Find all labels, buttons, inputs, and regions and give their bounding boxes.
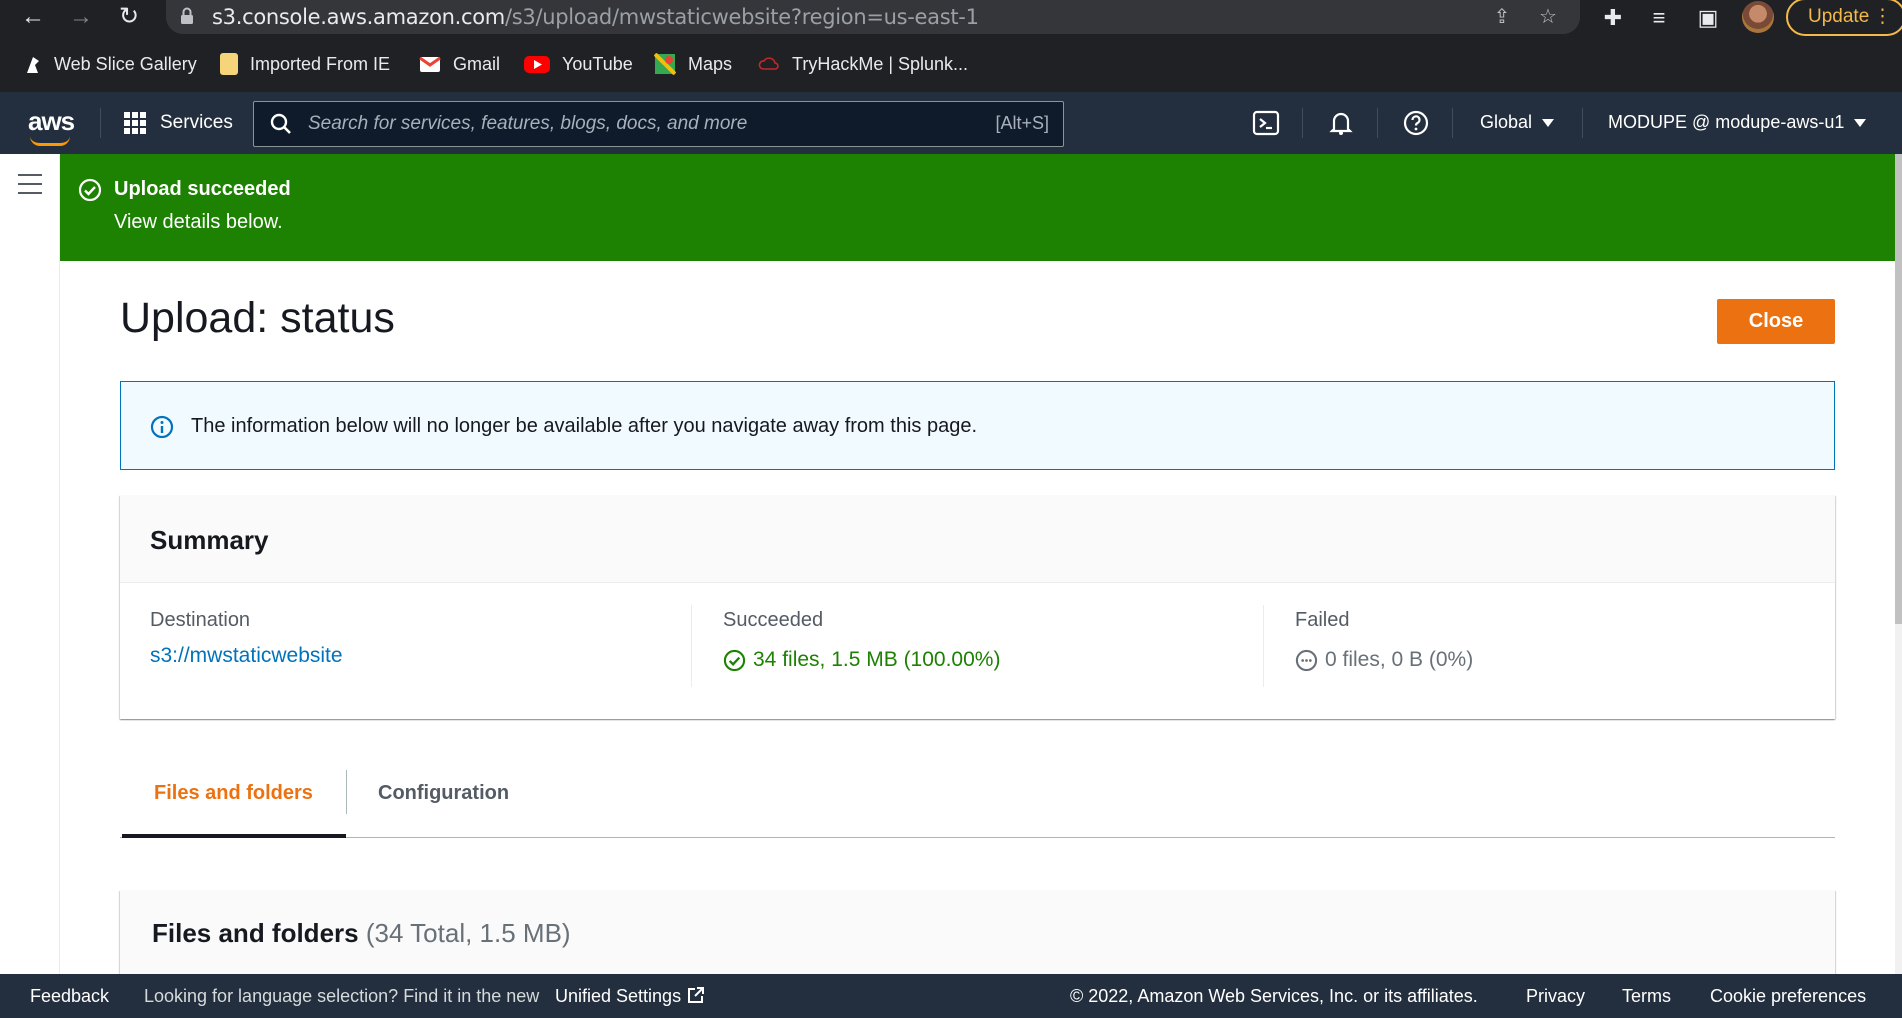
search-input[interactable] <box>308 110 958 138</box>
feedback-link[interactable]: Feedback <box>30 986 109 1007</box>
check-circle-icon <box>78 178 102 202</box>
grid-icon <box>124 112 146 134</box>
reading-list-icon[interactable]: ≡ <box>1645 4 1673 32</box>
forward-arrow-icon[interactable]: → <box>66 2 96 32</box>
summary-header: Summary <box>120 495 1835 583</box>
search-icon <box>270 113 291 134</box>
page-title: Upload: status <box>120 294 395 342</box>
cloud-icon <box>758 57 779 70</box>
tab-files-and-folders[interactable]: Files and folders <box>122 768 346 838</box>
bookmark-imported-from-ie[interactable]: Imported From IE <box>220 50 390 78</box>
bookmark-gmail[interactable]: Gmail <box>419 50 500 78</box>
bookmarks-bar: Web Slice Gallery Imported From IE Gmail… <box>0 44 1902 84</box>
ellipsis-circle-icon <box>1295 649 1318 671</box>
gmail-icon <box>419 56 441 72</box>
caret-down-icon <box>1854 119 1867 128</box>
files-count: (34 Total, 1.5 MB) <box>365 918 571 948</box>
flash-subtitle: View details below. <box>114 211 283 233</box>
tab-configuration[interactable]: Configuration <box>346 768 541 838</box>
failed-column: Failed 0 files, 0 B (0%) <box>1295 609 1473 672</box>
bookmark-maps[interactable]: Maps <box>654 50 732 78</box>
language-prompt: Looking for language selection? Find it … <box>144 986 540 1006</box>
info-icon <box>150 415 174 439</box>
search-shortcut: [Alt+S] <box>995 113 1049 133</box>
folder-icon <box>220 53 238 75</box>
destination-link[interactable]: s3://mwstaticwebsite <box>150 644 343 668</box>
files-panel-title: Files and folders (34 Total, 1.5 MB) <box>152 918 571 948</box>
star-icon[interactable]: ☆ <box>1536 5 1560 29</box>
cloudshell-icon[interactable] <box>1252 109 1280 137</box>
summary-title: Summary <box>150 525 269 555</box>
services-menu[interactable]: Services <box>124 108 233 138</box>
close-button[interactable]: Close <box>1717 299 1835 344</box>
bookmark-tryhackme[interactable]: TryHackMe | Splunk... <box>758 50 968 78</box>
global-search[interactable]: [Alt+S] <box>253 101 1064 147</box>
page-scrollbar[interactable] <box>1895 154 1902 974</box>
update-button[interactable]: Update ⋮ <box>1786 0 1902 36</box>
browser-chrome: ← → ↻ s3.console.aws.amazon.com/s3/uploa… <box>0 0 1902 92</box>
youtube-icon <box>524 56 550 73</box>
address-row: ← → ↻ s3.console.aws.amazon.com/s3/uploa… <box>0 0 1902 36</box>
hamburger-menu-icon[interactable] <box>18 174 42 194</box>
external-link-icon <box>688 987 705 1003</box>
info-message: The information below will no longer be … <box>191 415 977 437</box>
flash-title: Upload succeeded <box>114 178 291 200</box>
back-arrow-icon[interactable]: ← <box>18 2 48 32</box>
notifications-bell-icon[interactable] <box>1327 109 1355 137</box>
succeeded-value: 34 files, 1.5 MB (100.00%) <box>723 648 1000 672</box>
help-icon[interactable] <box>1402 109 1430 137</box>
info-alert: The information below will no longer be … <box>120 381 1835 470</box>
scrollbar-thumb[interactable] <box>1895 154 1902 624</box>
cookie-preferences-link[interactable]: Cookie preferences <box>1710 986 1866 1007</box>
side-navigation <box>0 154 60 974</box>
bookmark-web-slice[interactable]: Web Slice Gallery <box>24 50 197 78</box>
maps-icon <box>654 53 676 75</box>
unified-settings-link[interactable]: Unified Settings <box>555 986 705 1007</box>
share-icon[interactable]: ⇪ <box>1490 5 1514 29</box>
destination-label: Destination <box>150 609 251 631</box>
failed-label: Failed <box>1295 609 1350 631</box>
failed-value: 0 files, 0 B (0%) <box>1295 648 1473 672</box>
summary-container: Summary Destination s3://mwstaticwebsite… <box>120 495 1835 719</box>
web-slice-icon <box>27 57 39 73</box>
side-panel-icon[interactable]: ▣ <box>1694 4 1722 32</box>
bookmark-youtube[interactable]: YouTube <box>524 50 633 78</box>
aws-logo[interactable]: aws <box>28 106 75 146</box>
succeeded-label: Succeeded <box>723 609 824 631</box>
privacy-link[interactable]: Privacy <box>1526 986 1585 1007</box>
console-footer: Feedback Looking for language selection?… <box>0 974 1902 1018</box>
destination-column: Destination s3://mwstaticwebsite <box>150 609 343 668</box>
tab-list: Files and folders Configuration <box>120 768 1835 838</box>
profile-avatar[interactable] <box>1742 1 1774 33</box>
caret-down-icon <box>1542 119 1555 128</box>
copyright-text: © 2022, Amazon Web Services, Inc. or its… <box>1070 986 1478 1006</box>
reload-icon[interactable]: ↻ <box>114 2 144 32</box>
succeeded-column: Succeeded 34 files, 1.5 MB (100.00%) <box>723 609 1000 672</box>
success-flash-banner: Upload succeeded View details below. <box>60 154 1896 261</box>
address-bar[interactable]: s3.console.aws.amazon.com/s3/upload/mwst… <box>166 0 1580 34</box>
lock-icon[interactable] <box>180 7 194 25</box>
url-text[interactable]: s3.console.aws.amazon.com/s3/upload/mwst… <box>212 5 979 29</box>
aws-top-nav: aws Services [Alt+S] Global MODUPE @ mod… <box>0 92 1902 154</box>
extensions-icon[interactable]: ✚ <box>1599 4 1627 32</box>
check-circle-icon <box>723 649 746 671</box>
more-icon[interactable]: ⋮ <box>1873 0 1892 34</box>
account-menu[interactable]: MODUPE @ modupe-aws-u1 <box>1608 112 1867 133</box>
terms-link[interactable]: Terms <box>1622 986 1671 1007</box>
region-selector[interactable]: Global <box>1480 112 1555 133</box>
